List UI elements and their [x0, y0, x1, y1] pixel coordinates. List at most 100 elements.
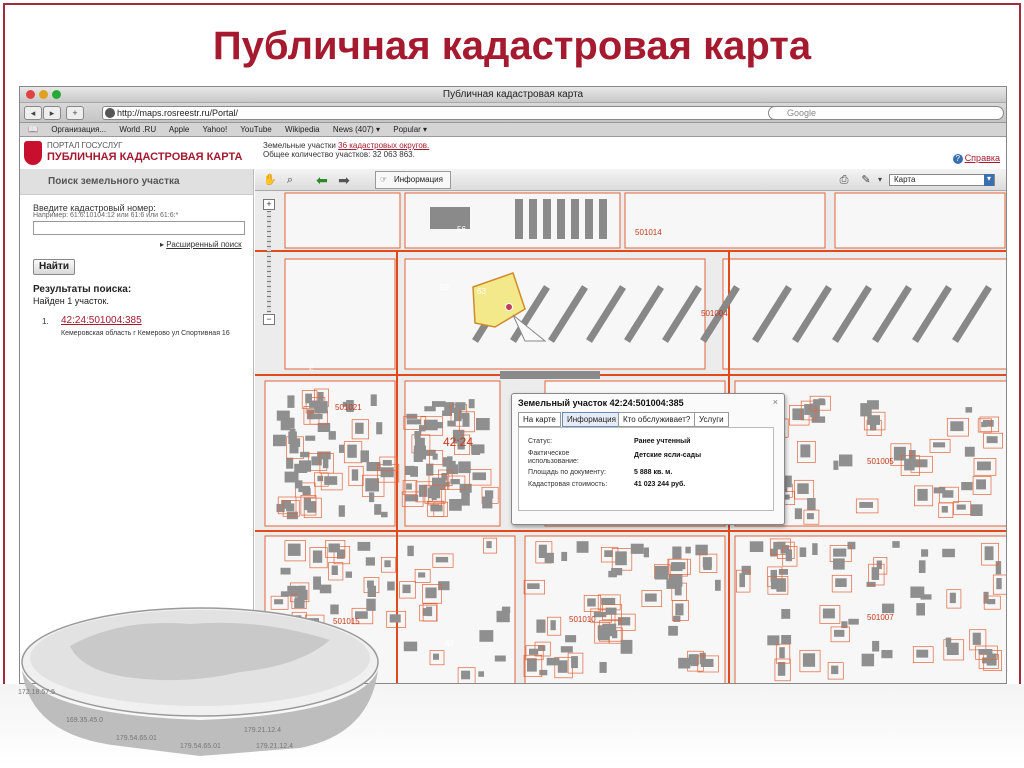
map-building	[670, 562, 683, 572]
map-building	[608, 570, 617, 578]
map-building	[479, 630, 494, 642]
address-url: http://maps.rosreestr.ru/Portal/	[117, 108, 239, 118]
map-building	[654, 565, 669, 580]
map-building	[347, 444, 357, 458]
results-count: Найден 1 участок.	[33, 296, 109, 306]
map-district-label: 501010	[569, 615, 596, 624]
popup-title: Земельный участок 42:24:501004:385	[518, 398, 684, 408]
map-building	[986, 436, 998, 444]
portal-subtitle: ПОРТАЛ ГОСУСЛУГ	[47, 141, 123, 150]
map-district-label: 501004	[701, 309, 728, 318]
address-bar[interactable]: http://maps.rosreestr.ru/Portal/ ↻	[102, 106, 782, 120]
find-button[interactable]: Найти	[33, 259, 75, 275]
map-building	[813, 399, 826, 406]
cad-number-example: Например: 61:6:10104:12 или 61:6 или 61:…	[33, 212, 179, 219]
field-cost-key: Кадастровая стоимость:	[528, 481, 608, 488]
map-building	[587, 598, 596, 607]
zoom-in-button[interactable]: +	[263, 199, 275, 210]
result-cad-link[interactable]: 42:24:501004:385	[61, 315, 142, 326]
back-arrow-icon[interactable]: ⬅	[315, 173, 329, 187]
map-building	[287, 543, 301, 556]
map-building	[585, 199, 593, 239]
zoom-slider[interactable]	[267, 211, 271, 313]
map-building	[984, 546, 994, 561]
map-building	[322, 456, 329, 469]
tab-services[interactable]: Услуги	[694, 412, 729, 427]
tab-who-serves[interactable]: Кто обслуживает?	[618, 412, 696, 427]
help-link[interactable]: ? Справка	[952, 153, 1000, 164]
map-building	[961, 482, 973, 491]
info-tool-button[interactable]: ☞ Информация	[375, 171, 451, 189]
map-building	[338, 505, 345, 517]
measure-tool-icon[interactable]: ✎	[859, 173, 873, 187]
map-building	[461, 412, 470, 419]
bookmark-item[interactable]: Организация...	[51, 125, 106, 134]
bookmark-item[interactable]: Wikipedia	[285, 125, 320, 134]
bookmarks-book-icon[interactable]: 📖	[28, 125, 38, 134]
map-building	[871, 567, 880, 580]
map-building	[981, 421, 987, 428]
map-building	[426, 463, 434, 476]
map-building	[449, 499, 462, 511]
map-building	[781, 635, 792, 645]
map-building	[675, 603, 684, 616]
map-building	[933, 442, 946, 448]
map-building	[892, 541, 900, 548]
back-button[interactable]: ◂	[24, 106, 42, 120]
map-building	[749, 541, 764, 552]
map-building	[539, 669, 548, 676]
map-building	[987, 599, 996, 605]
cad-number-input[interactable]	[33, 221, 245, 235]
map-building	[500, 371, 600, 379]
map-building	[779, 647, 785, 659]
map-district-label: 501014	[635, 228, 662, 237]
forward-button[interactable]: ▸	[43, 106, 61, 120]
portal-name[interactable]: ПУБЛИЧНАЯ КАДАСТРОВАЯ КАРТА	[47, 151, 242, 163]
map-building	[965, 407, 973, 413]
map-building	[314, 401, 328, 414]
ip-label: 169.35.45.0	[66, 717, 103, 724]
map-building	[576, 541, 589, 553]
bookmark-item[interactable]: News (407) ▾	[333, 125, 380, 134]
map-building	[800, 444, 811, 458]
map-building	[434, 422, 443, 429]
map-building	[910, 586, 925, 598]
search-input[interactable]: Google	[768, 106, 1004, 120]
map-building	[615, 551, 627, 566]
advanced-search-link[interactable]: ▸ Расширенный поиск	[160, 240, 242, 249]
map-building	[571, 656, 578, 669]
map-building	[370, 394, 377, 406]
map-building	[442, 457, 448, 467]
map-building	[978, 649, 993, 655]
districts-link[interactable]: 36 кадастровых округов.	[338, 141, 429, 150]
zoom-control: + −	[263, 199, 275, 325]
map-block	[284, 192, 401, 249]
zoom-out-button[interactable]: −	[263, 314, 275, 325]
map-building	[317, 475, 324, 482]
map-building	[432, 477, 444, 485]
chevron-down-icon[interactable]: ▾	[873, 173, 887, 187]
map-building	[414, 431, 421, 439]
zoom-box-icon[interactable]: ⌕	[283, 173, 297, 187]
map-building	[438, 581, 450, 591]
pan-hand-icon[interactable]: ✋	[263, 173, 277, 187]
bookmark-item[interactable]: World .RU	[119, 125, 156, 134]
bookmark-item[interactable]: Popular ▾	[393, 125, 427, 134]
map-toolbar: ✋ ⌕ ⬅ ➡ ☞ Информация ⎙ ✎ ▾ Карта	[255, 169, 1006, 191]
print-icon[interactable]: ⎙	[837, 173, 851, 187]
map-building	[345, 571, 352, 578]
bookmark-item[interactable]: Yahoo!	[202, 125, 227, 134]
close-icon[interactable]: ×	[773, 397, 778, 407]
field-usage-key: Фактическое использование:	[528, 450, 579, 465]
bookmark-item[interactable]: YouTube	[240, 125, 271, 134]
tab-on-map[interactable]: На карте	[518, 412, 561, 427]
parcel-info-popup: Земельный участок 42:24:501004:385 × На …	[511, 393, 785, 525]
tab-information[interactable]: Информация	[562, 412, 621, 427]
add-bookmark-button[interactable]: +	[66, 106, 84, 120]
layer-select[interactable]: Карта	[889, 174, 995, 186]
forward-arrow-icon[interactable]: ➡	[337, 173, 351, 187]
map-building	[305, 435, 316, 441]
ip-label: 179.21.12.4	[244, 727, 281, 734]
bookmark-item[interactable]: Apple	[169, 125, 189, 134]
house-number: 42	[445, 639, 454, 648]
